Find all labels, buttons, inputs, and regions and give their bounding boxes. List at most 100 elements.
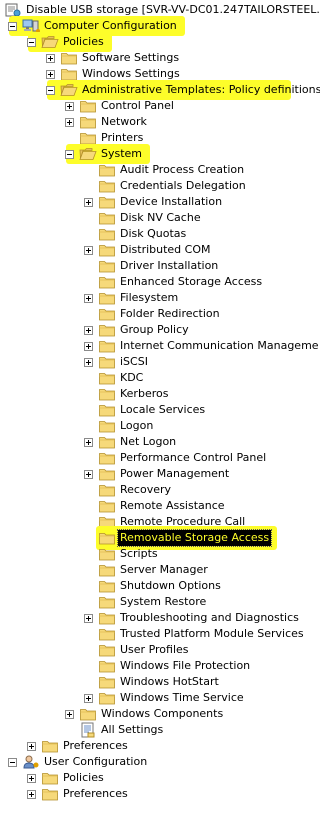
tree-item-label: Group Policy — [120, 323, 189, 336]
expand-icon[interactable] — [84, 358, 93, 367]
folder-icon — [98, 594, 116, 610]
expand-icon[interactable] — [27, 774, 36, 783]
collapse-icon[interactable] — [27, 38, 36, 47]
tree-item-administrative-templates[interactable]: Administrative Templates: Policy definit… — [0, 80, 320, 100]
tree-item-trusted-platform-module-services[interactable]: Trusted Platform Module Services — [0, 626, 304, 642]
tree-item-label: System — [101, 147, 143, 160]
tree-item-user-configuration[interactable]: User Configuration — [0, 754, 291, 770]
folder-icon — [41, 786, 59, 802]
folder-icon — [98, 418, 116, 434]
tree-item-user-policies[interactable]: Policies — [0, 770, 291, 786]
expand-icon[interactable] — [84, 614, 93, 623]
expand-icon[interactable] — [84, 438, 93, 447]
tree-item-remote-assistance[interactable]: Remote Assistance — [0, 498, 291, 514]
tree-item-user-preferences[interactable]: Preferences — [0, 786, 291, 802]
expand-icon[interactable] — [65, 102, 74, 111]
tree-item-label: Network — [101, 115, 147, 128]
gpo-tree-view[interactable]: Disable USB storage [SVR-VV-DC01.247TAIL… — [0, 0, 320, 817]
folder-icon — [79, 114, 97, 130]
collapse-icon[interactable] — [8, 22, 17, 31]
tree-item-label: Audit Process Creation — [120, 163, 245, 176]
tree-item-windows-file-protection[interactable]: Windows File Protection — [0, 658, 291, 674]
folder-icon — [98, 338, 116, 354]
tree-item-internet-communication-manageme[interactable]: Internet Communication Manageme — [0, 338, 319, 354]
tree-item-label: Scripts — [120, 547, 158, 560]
expand-icon[interactable] — [84, 694, 93, 703]
tree-item-credentials-delegation[interactable]: Credentials Delegation — [0, 178, 291, 194]
tree-item-net-logon[interactable]: Net Logon — [0, 434, 291, 450]
tree-item-all-settings[interactable]: All Settings — [0, 722, 291, 738]
tree-item-system-restore[interactable]: System Restore — [0, 594, 291, 610]
tree-item-windows-components[interactable]: Windows Components — [0, 706, 291, 722]
tree-item-recovery[interactable]: Recovery — [0, 482, 291, 498]
tree-item-label: Logon — [120, 419, 154, 432]
tree-item-label: KDC — [120, 371, 144, 384]
tree-item-driver-installation[interactable]: Driver Installation — [0, 258, 291, 274]
tree-item-removable-storage-access[interactable]: Removable Storage Access — [0, 526, 291, 550]
expand-icon[interactable] — [84, 342, 93, 351]
tree-item-label: User Profiles — [120, 643, 189, 656]
tree-item-audit-process-creation[interactable]: Audit Process Creation — [0, 162, 291, 178]
expand-icon[interactable] — [65, 118, 74, 127]
tree-item-label: Kerberos — [120, 387, 169, 400]
expand-icon[interactable] — [65, 710, 74, 719]
tree-item-label: Policies — [63, 35, 104, 48]
tree-item-group-policy[interactable]: Group Policy — [0, 322, 291, 338]
tree-item-software-settings[interactable]: Software Settings — [0, 50, 291, 66]
folder-icon — [98, 578, 116, 594]
tree-item-performance-control-panel[interactable]: Performance Control Panel — [0, 450, 291, 466]
tree-item-network[interactable]: Network — [0, 114, 291, 130]
tree-item-disk-nv-cache[interactable]: Disk NV Cache — [0, 210, 291, 226]
folder-icon — [98, 402, 116, 418]
expand-icon[interactable] — [84, 246, 93, 255]
folder-icon — [60, 50, 78, 66]
tree-item-server-manager[interactable]: Server Manager — [0, 562, 291, 578]
expand-icon[interactable] — [84, 470, 93, 479]
tree-item-label: Net Logon — [120, 435, 177, 448]
folder-icon — [98, 674, 116, 690]
expand-icon[interactable] — [27, 790, 36, 799]
folder-icon — [98, 562, 116, 578]
tree-item-control-panel[interactable]: Control Panel — [0, 98, 291, 114]
tree-item-distributed-com[interactable]: Distributed COM — [0, 242, 291, 258]
tree-item-preferences[interactable]: Preferences — [0, 738, 291, 754]
tree-item-user-profiles[interactable]: User Profiles — [0, 642, 291, 658]
folder-icon — [98, 626, 116, 642]
expand-icon[interactable] — [46, 54, 55, 63]
expand-icon[interactable] — [46, 70, 55, 79]
settings-list-icon — [79, 722, 97, 738]
folder-icon — [79, 98, 97, 114]
expand-icon[interactable] — [27, 742, 36, 751]
tree-item-scripts[interactable]: Scripts — [0, 546, 291, 562]
tree-item-kerberos[interactable]: Kerberos — [0, 386, 291, 402]
collapse-icon[interactable] — [8, 758, 17, 767]
folder-icon — [41, 738, 59, 754]
tree-item-logon[interactable]: Logon — [0, 418, 291, 434]
tree-item-enhanced-storage-access[interactable]: Enhanced Storage Access — [0, 274, 291, 290]
tree-item-system[interactable]: System — [0, 144, 291, 164]
tree-item-windows-hotstart[interactable]: Windows HotStart — [0, 674, 291, 690]
folder-icon — [98, 242, 116, 258]
folder-icon — [79, 706, 97, 722]
tree-item-policies[interactable]: Policies — [0, 32, 291, 52]
tree-item-iscsi[interactable]: iSCSI — [0, 354, 291, 370]
tree-item-label: Recovery — [120, 483, 172, 496]
tree-item-windows-time-service[interactable]: Windows Time Service — [0, 690, 291, 706]
tree-item-folder-redirection[interactable]: Folder Redirection — [0, 306, 291, 322]
tree-item-troubleshooting-and-diagnostics[interactable]: Troubleshooting and Diagnostics — [0, 610, 299, 626]
tree-item-kdc[interactable]: KDC — [0, 370, 291, 386]
expand-icon[interactable] — [84, 198, 93, 207]
tree-item-locale-services[interactable]: Locale Services — [0, 402, 291, 418]
tree-item-filesystem[interactable]: Filesystem — [0, 290, 291, 306]
tree-item-device-installation[interactable]: Device Installation — [0, 194, 291, 210]
collapse-icon[interactable] — [65, 150, 74, 159]
tree-item-disk-quotas[interactable]: Disk Quotas — [0, 226, 291, 242]
expand-icon[interactable] — [84, 326, 93, 335]
tree-item-power-management[interactable]: Power Management — [0, 466, 291, 482]
expand-icon[interactable] — [84, 294, 93, 303]
tree-item-label: Remote Assistance — [120, 499, 225, 512]
tree-item-label: Software Settings — [82, 51, 180, 64]
tree-item-shutdown-options[interactable]: Shutdown Options — [0, 578, 291, 594]
collapse-icon[interactable] — [46, 86, 55, 95]
folder-icon — [98, 162, 116, 178]
